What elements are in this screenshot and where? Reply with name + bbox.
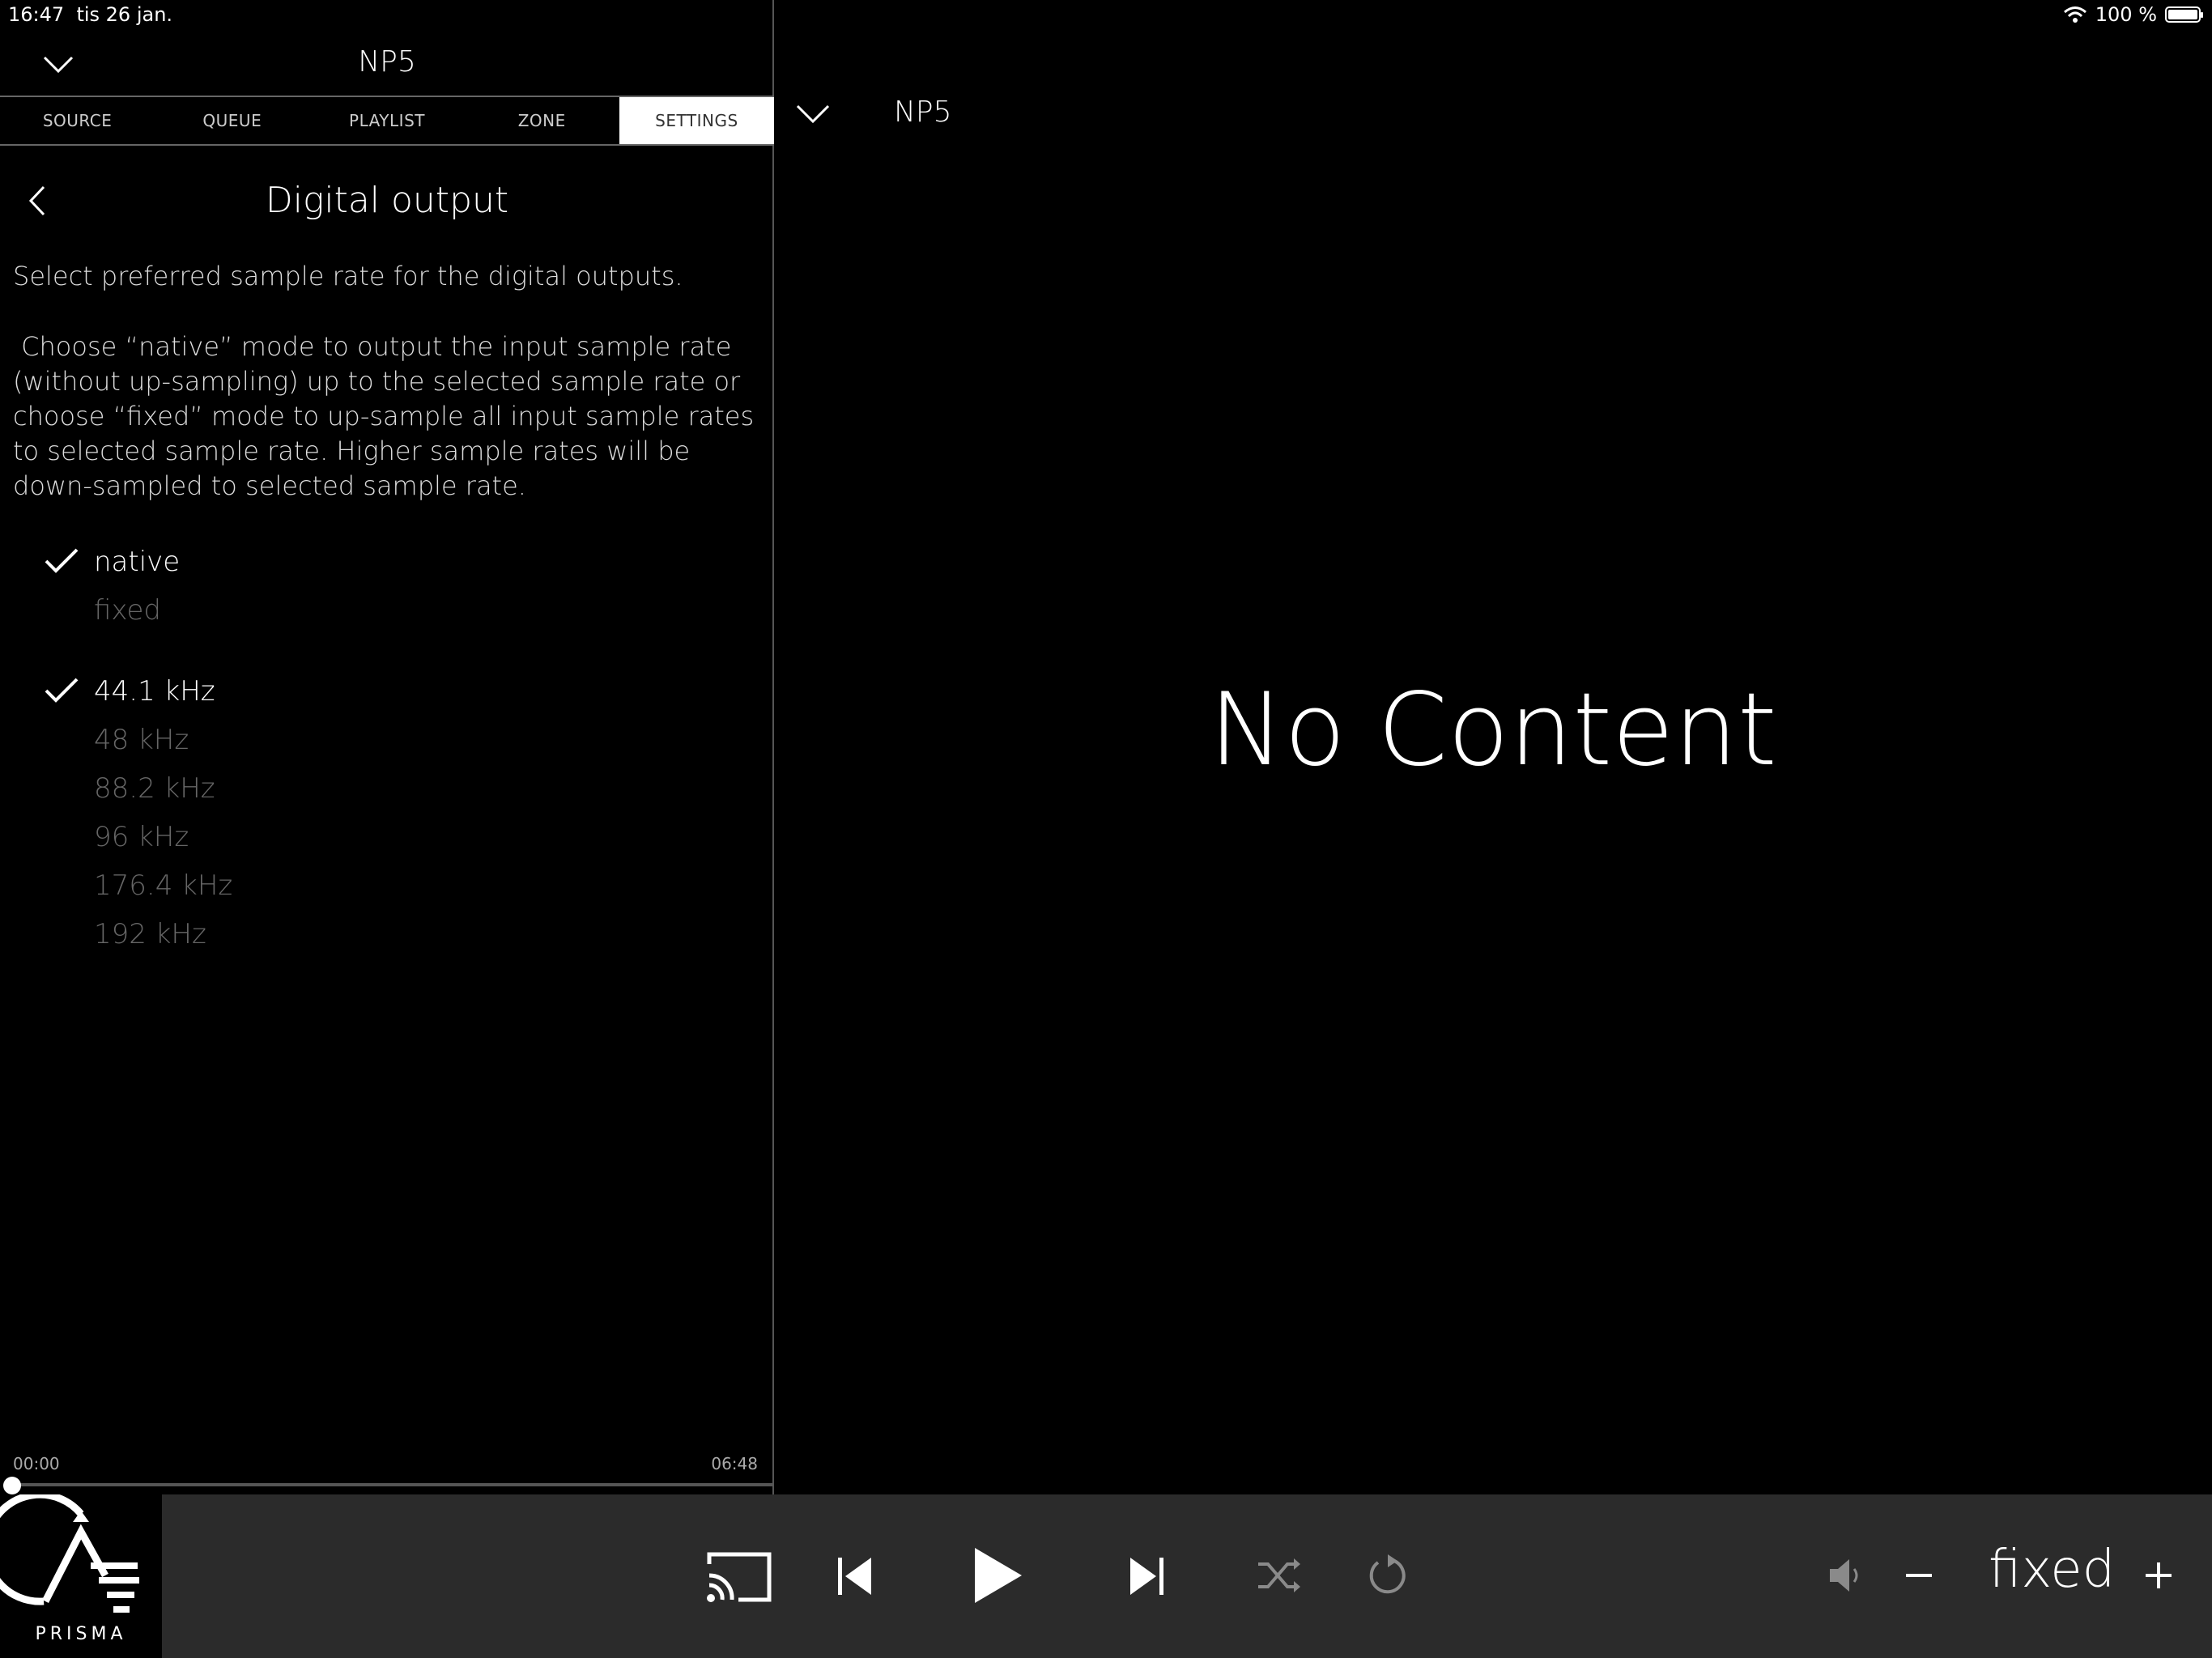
progress-handle[interactable] xyxy=(3,1477,21,1494)
collapse-chevron-icon[interactable] xyxy=(795,104,831,125)
tab-queue[interactable]: QUEUE xyxy=(155,97,309,144)
right-device-title: NP5 xyxy=(894,96,952,129)
tab-settings[interactable]: SETTINGS xyxy=(619,97,775,144)
left-panel: NP5 SOURCE QUEUE PLAYLIST ZONE SETTINGS … xyxy=(0,0,775,1494)
tab-playlist[interactable]: PLAYLIST xyxy=(309,97,464,144)
option-rate-44-1[interactable]: 44.1 kHz xyxy=(94,675,215,708)
option-rate-48[interactable]: 48 kHz xyxy=(94,724,189,756)
play-icon[interactable] xyxy=(972,1545,1025,1606)
option-fixed[interactable]: fixed xyxy=(94,594,161,627)
cast-icon[interactable] xyxy=(706,1550,772,1603)
tab-source[interactable]: SOURCE xyxy=(0,97,155,144)
description-modes: Choose “native” mode to output the input… xyxy=(13,331,763,501)
logo-text: PRISMA xyxy=(35,1624,127,1644)
option-native[interactable]: native xyxy=(94,546,180,578)
device-title: NP5 xyxy=(358,45,416,79)
plus-icon[interactable] xyxy=(2144,1561,2173,1590)
option-rate-176-4[interactable]: 176.4 kHz xyxy=(94,869,232,902)
volume-icon[interactable] xyxy=(1827,1556,1862,1595)
option-rate-192[interactable]: 192 kHz xyxy=(94,918,206,950)
option-rate-96[interactable]: 96 kHz xyxy=(94,821,189,853)
checkmark-icon xyxy=(45,678,79,703)
battery-percent: 100 % xyxy=(2095,3,2157,26)
option-rate-88-2[interactable]: 88.2 kHz xyxy=(94,772,215,805)
prisma-logo-mark xyxy=(0,1490,139,1613)
volume-mode-label: fixed xyxy=(1989,1540,2116,1600)
status-indicators: 100 % xyxy=(2063,3,2203,26)
checkmark-icon xyxy=(45,548,79,573)
app-root: 16:47 tis 26 jan. 100 % NP5 SOURCE QUEUE… xyxy=(0,0,2212,1658)
empty-state-message: No Content xyxy=(1209,672,1777,789)
player-bar: PRISMA fixed xyxy=(0,1490,2212,1658)
tab-bar: SOURCE QUEUE PLAYLIST ZONE SETTINGS xyxy=(0,96,775,146)
wifi-icon xyxy=(2063,6,2087,23)
minus-icon[interactable] xyxy=(1904,1571,1933,1580)
battery-icon xyxy=(2165,6,2203,23)
shuffle-icon[interactable] xyxy=(1257,1556,1302,1595)
tab-zone[interactable]: ZONE xyxy=(465,97,619,144)
next-icon[interactable] xyxy=(1127,1554,1166,1598)
page-title: Digital output xyxy=(265,180,509,221)
description-intro: Select preferred sample rate for the dig… xyxy=(13,261,683,291)
progress-track[interactable] xyxy=(11,1483,772,1486)
time-elapsed: 00:00 xyxy=(13,1454,60,1473)
repeat-icon[interactable] xyxy=(1367,1551,1409,1600)
time-total: 06:48 xyxy=(711,1454,758,1473)
previous-icon[interactable] xyxy=(836,1554,874,1598)
page-header: Digital output xyxy=(0,170,774,235)
prisma-logo: PRISMA xyxy=(0,1490,162,1658)
